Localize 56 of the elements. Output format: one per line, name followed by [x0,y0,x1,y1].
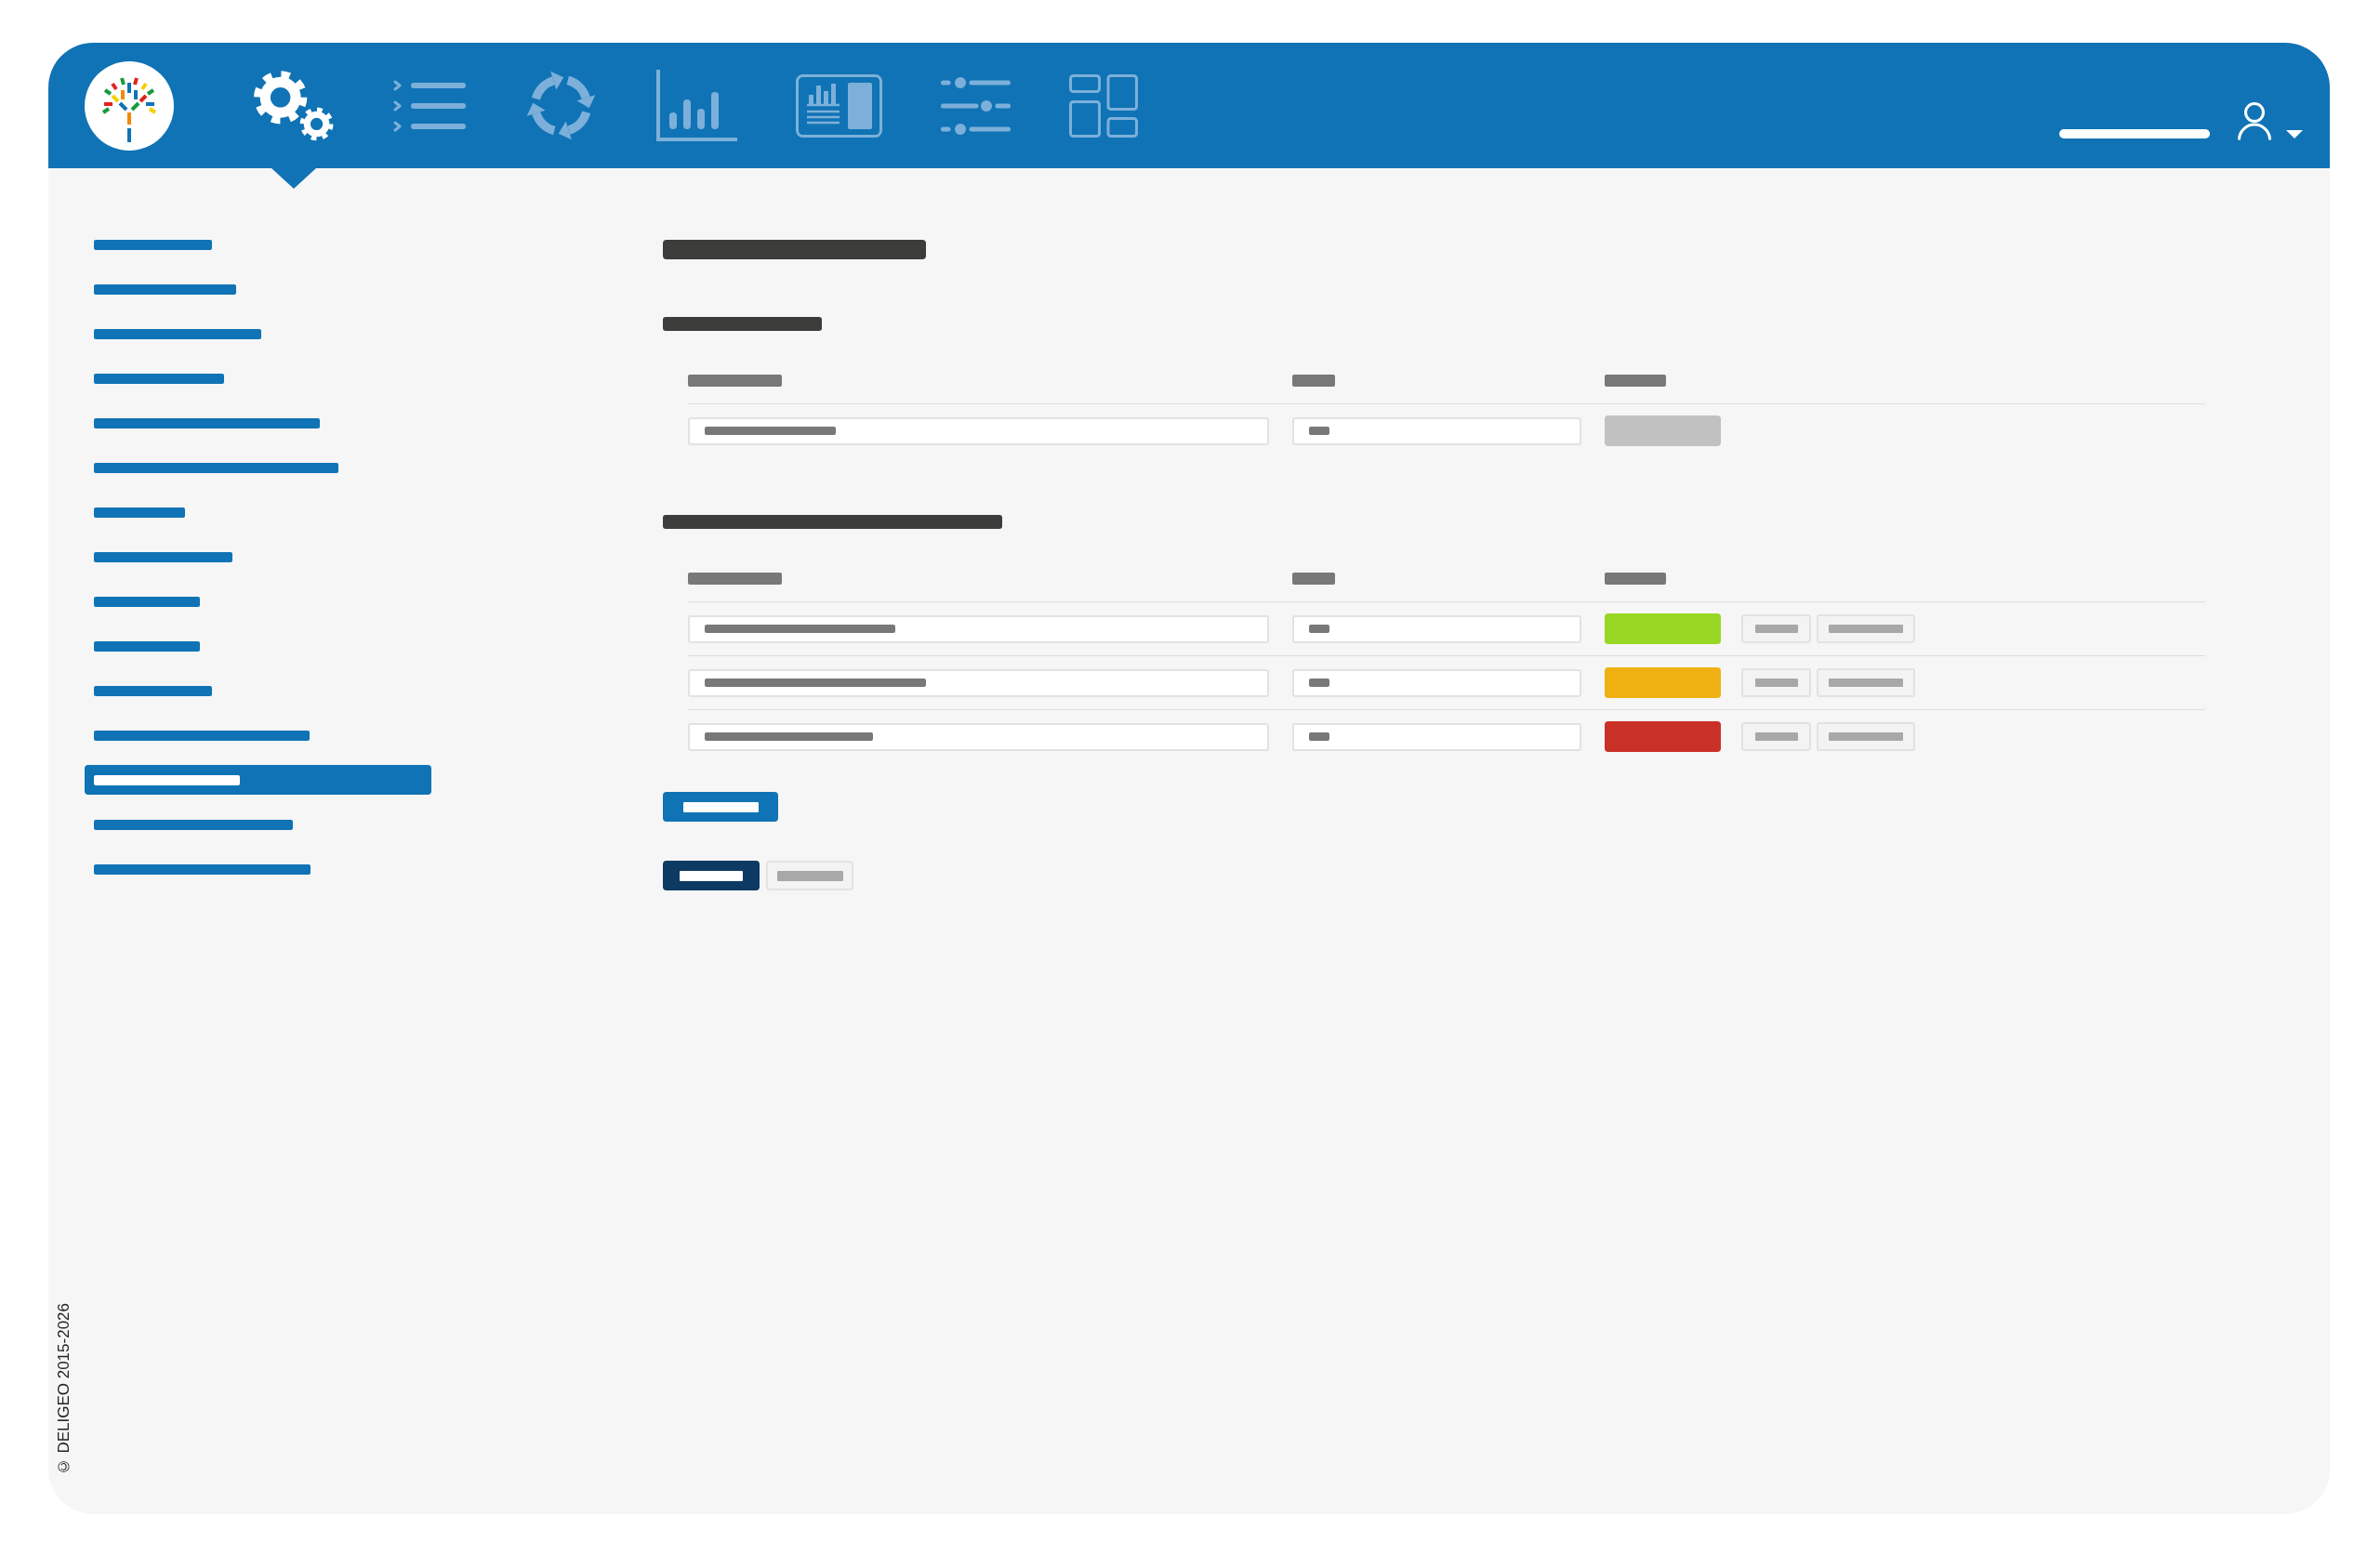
sidebar-item[interactable] [94,730,310,741]
sidebar-item[interactable] [94,863,311,875]
circular-arrows-icon [524,69,598,142]
text-placeholder [1309,427,1329,435]
input-field[interactable] [688,416,1269,445]
sidebar-item[interactable] [94,373,224,384]
grid-layout-icon [1069,73,1138,138]
text-placeholder [1309,679,1329,687]
sidebar-item[interactable] [94,551,232,562]
text-placeholder [1309,625,1329,633]
user-menu-button[interactable] [2237,102,2303,141]
sidebar-item[interactable] [94,462,338,473]
nav-tab[interactable] [392,79,466,132]
bar-chart-icon [656,70,737,141]
sidebar-item[interactable] [94,328,261,339]
nav-tab[interactable] [656,70,737,141]
input-field[interactable] [1292,614,1581,643]
sidebar-item[interactable] [94,640,200,652]
sliders-icon [941,76,1011,135]
text-placeholder [1754,625,1798,633]
sidebar-item[interactable] [94,239,212,250]
text-placeholder [776,870,843,881]
input-field[interactable] [1292,416,1581,445]
nav-tab[interactable] [796,73,882,138]
caret-icon [2286,130,2303,138]
input-field[interactable] [688,614,1269,643]
sidebar-item[interactable] [94,417,320,428]
sidebar-item[interactable] [85,765,431,795]
sidebar-item[interactable] [94,596,200,607]
column-header-placeholder [1292,375,1335,387]
text-placeholder [680,870,743,881]
input-field[interactable] [688,668,1269,697]
column-header-placeholder [1605,573,1666,585]
primary-button[interactable] [663,861,760,890]
accent-button[interactable] [663,792,778,822]
column-header-placeholder [1605,375,1666,387]
tree-logo-icon [85,60,174,151]
text-placeholder [1754,732,1798,741]
nav-tab[interactable] [941,76,1011,135]
input-field[interactable] [1292,668,1581,697]
copyright-text: © DELIGEO 2015-2026 [56,1302,72,1475]
nav-tab[interactable] [524,69,598,142]
text-placeholder [1309,732,1329,741]
sidebar-item[interactable] [94,507,185,518]
input-field[interactable] [688,722,1269,751]
gears-icon [254,70,334,141]
column-header-placeholder [1292,573,1335,585]
sidebar-item[interactable] [94,819,293,830]
sidebar-item[interactable] [94,685,212,696]
sidebar-item[interactable] [94,283,236,295]
dashboard-icon [796,73,882,138]
list-icon [392,79,466,132]
nav-tab[interactable] [1069,73,1138,138]
input-field[interactable] [1292,722,1581,751]
text-placeholder [1754,679,1798,687]
user-icon [2237,102,2272,141]
